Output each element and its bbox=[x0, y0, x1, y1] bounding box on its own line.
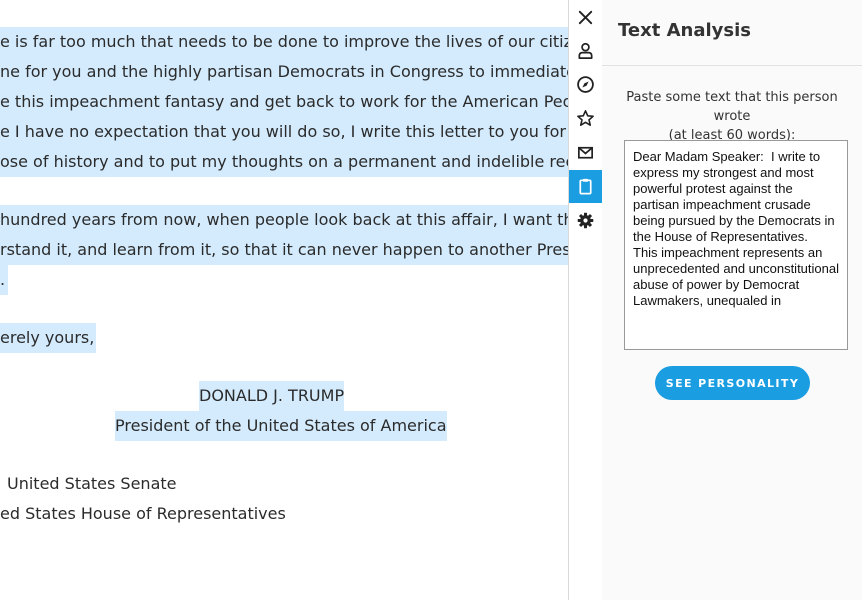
mail-icon bbox=[577, 146, 594, 159]
gear-icon bbox=[577, 212, 594, 229]
messages-button[interactable] bbox=[569, 136, 602, 169]
close-button[interactable] bbox=[569, 1, 602, 34]
signature-title: President of the United States of Americ… bbox=[115, 411, 447, 441]
explore-button[interactable] bbox=[569, 68, 602, 101]
instructions: Paste some text that this person wrote (… bbox=[610, 88, 854, 145]
close-icon bbox=[578, 10, 593, 25]
letter-line: e this impeachment fantasy and get back … bbox=[0, 87, 568, 117]
profile-button[interactable] bbox=[569, 34, 602, 67]
text-input[interactable]: Dear Madam Speaker: I write to express m… bbox=[624, 140, 848, 350]
star-icon bbox=[577, 110, 594, 126]
signature-name: DONALD J. TRUMP bbox=[199, 381, 345, 411]
cc-recipient: United States Senate bbox=[7, 474, 177, 493]
panel-title: Text Analysis bbox=[618, 20, 751, 41]
panel-header: Text Analysis bbox=[602, 0, 862, 66]
icon-rail bbox=[568, 0, 603, 600]
settings-button[interactable] bbox=[569, 204, 602, 237]
letter-line: ne for you and the highly partisan Democ… bbox=[0, 57, 568, 87]
compass-icon bbox=[577, 76, 594, 93]
favorites-button[interactable] bbox=[569, 102, 602, 135]
cc-recipient: ed States House of Representatives bbox=[0, 504, 286, 523]
letter-line: rstand it, and learn from it, so that it… bbox=[0, 235, 568, 265]
instructions-line: Paste some text that this person wrote bbox=[626, 90, 838, 124]
letter-line: ose of history and to put my thoughts on… bbox=[0, 147, 568, 177]
see-personality-button[interactable]: SEE PERSONALITY bbox=[655, 366, 810, 400]
letter-document: e is far too much that needs to be done … bbox=[0, 0, 568, 600]
letter-line: hundred years from now, when people look… bbox=[0, 205, 568, 235]
clipboard-icon bbox=[579, 178, 592, 195]
letter-closing: erely yours, bbox=[0, 323, 97, 353]
person-icon bbox=[578, 42, 593, 59]
letter-line: . bbox=[0, 265, 9, 295]
letter-line: e I have no expectation that you will do… bbox=[0, 117, 568, 147]
letter-line: e is far too much that needs to be done … bbox=[0, 27, 568, 57]
text-analysis-panel: Text Analysis Paste some text that this … bbox=[602, 0, 862, 600]
text-analysis-button[interactable] bbox=[569, 170, 602, 203]
